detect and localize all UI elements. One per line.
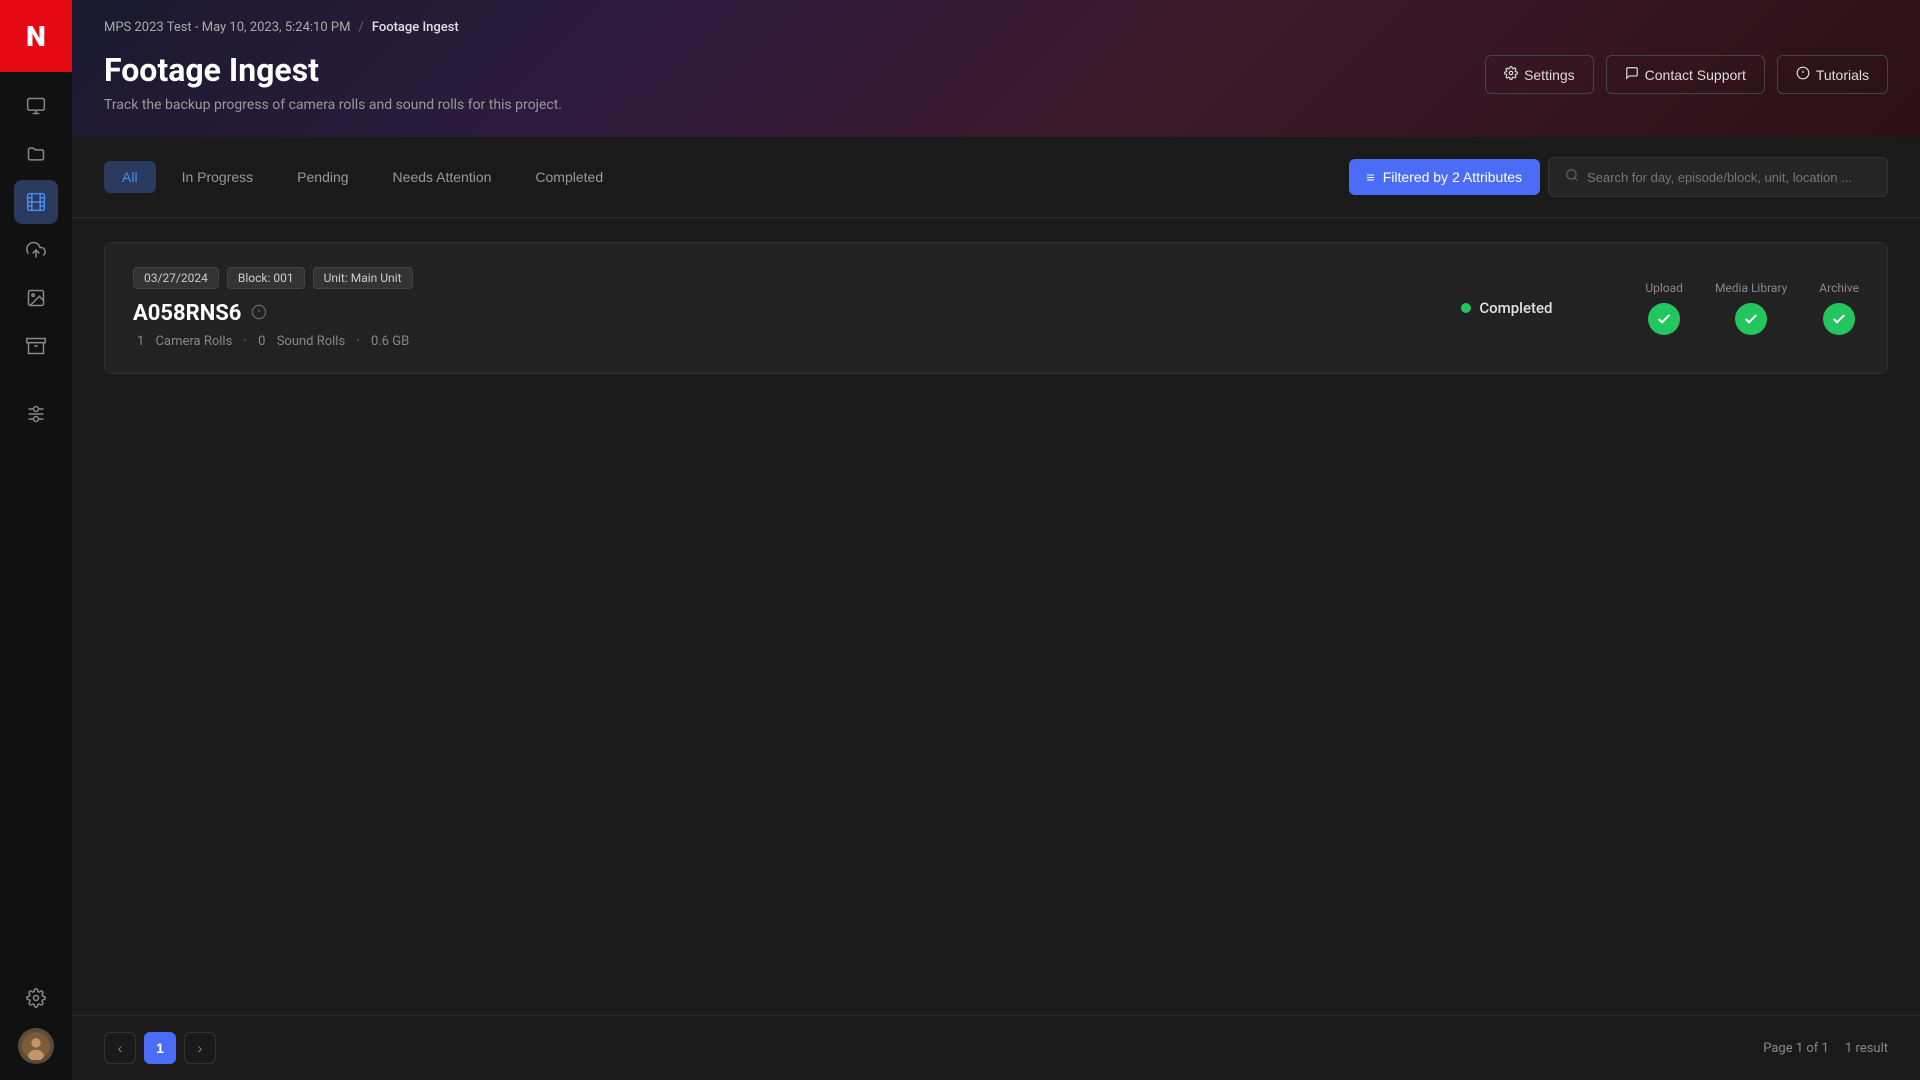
status-dot — [1461, 303, 1471, 313]
sidebar-item-media[interactable] — [14, 276, 58, 320]
pagination-info: Page 1 of 1 1 result — [1763, 1041, 1888, 1056]
pagination: ‹ 1 › — [104, 1032, 216, 1064]
page-info: Page 1 of 1 — [1763, 1041, 1829, 1056]
pipeline-media-label: Media Library — [1715, 281, 1787, 295]
sidebar-item-upload[interactable] — [14, 228, 58, 272]
tab-needs-attention[interactable]: Needs Attention — [375, 161, 510, 193]
roll-info: 03/27/2024 Block: 001 Unit: Main Unit A0… — [133, 267, 1437, 349]
avatar[interactable] — [18, 1028, 54, 1064]
pipeline-upload-label: Upload — [1645, 281, 1683, 295]
sidebar-nav — [14, 72, 58, 976]
roll-meta: 1 Camera Rolls · 0 Sound Rolls · 0.6 GB — [133, 334, 1437, 349]
pagination-page-1[interactable]: 1 — [144, 1032, 176, 1064]
filter-bar: All In Progress Pending Needs Attention … — [72, 137, 1920, 218]
tutorials-button[interactable]: Tutorials — [1777, 55, 1888, 94]
filter-attributes-button[interactable]: ≡ Filtered by 2 Attributes — [1349, 159, 1540, 195]
breadcrumb-project[interactable]: MPS 2023 Test - May 10, 2023, 5:24:10 PM — [104, 20, 350, 35]
settings-button[interactable]: Settings — [1485, 55, 1594, 94]
pipeline-step-media-library: Media Library — [1715, 281, 1787, 335]
roll-status: Completed — [1461, 299, 1621, 317]
roll-name-row: A058RNS6 — [133, 301, 1437, 326]
camera-rolls-label: Camera Rolls — [156, 334, 233, 349]
search-input[interactable] — [1587, 170, 1871, 185]
sidebar-item-footage[interactable] — [14, 180, 58, 224]
main-content: MPS 2023 Test - May 10, 2023, 5:24:10 PM… — [72, 0, 1920, 1080]
tab-all[interactable]: All — [104, 161, 156, 193]
pipeline-step-upload: Upload — [1645, 281, 1683, 335]
roll-name: A058RNS6 — [133, 301, 241, 326]
breadcrumb-current: Footage Ingest — [372, 20, 459, 35]
pagination-next[interactable]: › — [184, 1032, 216, 1064]
pipeline-media-check — [1735, 303, 1767, 335]
sidebar-bottom — [14, 976, 58, 1080]
roll-size: 0.6 GB — [371, 334, 409, 349]
tab-pending[interactable]: Pending — [279, 161, 366, 193]
header-title-area: Footage Ingest Track the backup progress… — [104, 51, 562, 113]
contact-support-icon — [1625, 66, 1639, 83]
page-info-separator — [1832, 1041, 1842, 1056]
roll-info-icon[interactable] — [251, 304, 267, 324]
filter-attributes-label: Filtered by 2 Attributes — [1383, 169, 1522, 185]
tutorials-icon — [1796, 66, 1810, 83]
sidebar-item-folder[interactable] — [14, 132, 58, 176]
breadcrumb-separator: / — [358, 20, 363, 35]
camera-rolls-count: 1 — [137, 334, 144, 349]
page-subtitle: Track the backup progress of camera roll… — [104, 97, 562, 113]
roll-pipeline: Upload Media Library — [1645, 281, 1859, 335]
pipeline-upload-check — [1648, 303, 1680, 335]
search-icon — [1565, 168, 1579, 186]
contact-support-button[interactable]: Contact Support — [1606, 55, 1765, 94]
roll-tag-unit: Unit: Main Unit — [313, 267, 413, 289]
sound-rolls-label: Sound Rolls — [277, 334, 346, 349]
pipeline-archive-check — [1823, 303, 1855, 335]
tutorials-label: Tutorials — [1816, 67, 1869, 83]
pipeline-archive-label: Archive — [1819, 281, 1859, 295]
roll-tag-block: Block: 001 — [227, 267, 305, 289]
sidebar-item-pipeline[interactable] — [14, 392, 58, 436]
settings-icon — [1504, 66, 1518, 83]
pipeline-step-archive: Archive — [1819, 281, 1859, 335]
content-area: 03/27/2024 Block: 001 Unit: Main Unit A0… — [72, 218, 1920, 1015]
sidebar: N — [0, 0, 72, 1080]
roll-tags: 03/27/2024 Block: 001 Unit: Main Unit — [133, 267, 1437, 289]
sidebar-item-monitor[interactable] — [14, 84, 58, 128]
sound-rolls-count: 0 — [258, 334, 265, 349]
tab-in-progress[interactable]: In Progress — [164, 161, 272, 193]
meta-dot-1: · — [244, 334, 251, 349]
settings-label: Settings — [1524, 67, 1575, 83]
meta-dot-2: · — [356, 334, 363, 349]
header: MPS 2023 Test - May 10, 2023, 5:24:10 PM… — [72, 0, 1920, 137]
search-bar — [1548, 157, 1888, 197]
footer-bar: ‹ 1 › Page 1 of 1 1 result — [72, 1015, 1920, 1080]
roll-tag-date: 03/27/2024 — [133, 267, 219, 289]
app-logo[interactable]: N — [0, 0, 72, 72]
sidebar-item-settings[interactable] — [14, 976, 58, 1020]
contact-support-label: Contact Support — [1645, 67, 1746, 83]
sidebar-item-archive[interactable] — [14, 324, 58, 368]
page-title: Footage Ingest — [104, 51, 562, 89]
status-label: Completed — [1479, 299, 1552, 317]
result-count: 1 result — [1845, 1041, 1888, 1056]
tab-completed[interactable]: Completed — [517, 161, 621, 193]
breadcrumb: MPS 2023 Test - May 10, 2023, 5:24:10 PM… — [104, 0, 1888, 51]
pagination-prev[interactable]: ‹ — [104, 1032, 136, 1064]
table-row: 03/27/2024 Block: 001 Unit: Main Unit A0… — [104, 242, 1888, 374]
header-actions: Settings Contact Support — [1485, 55, 1888, 94]
filter-icon: ≡ — [1367, 169, 1375, 185]
header-top: Footage Ingest Track the backup progress… — [104, 51, 1888, 113]
